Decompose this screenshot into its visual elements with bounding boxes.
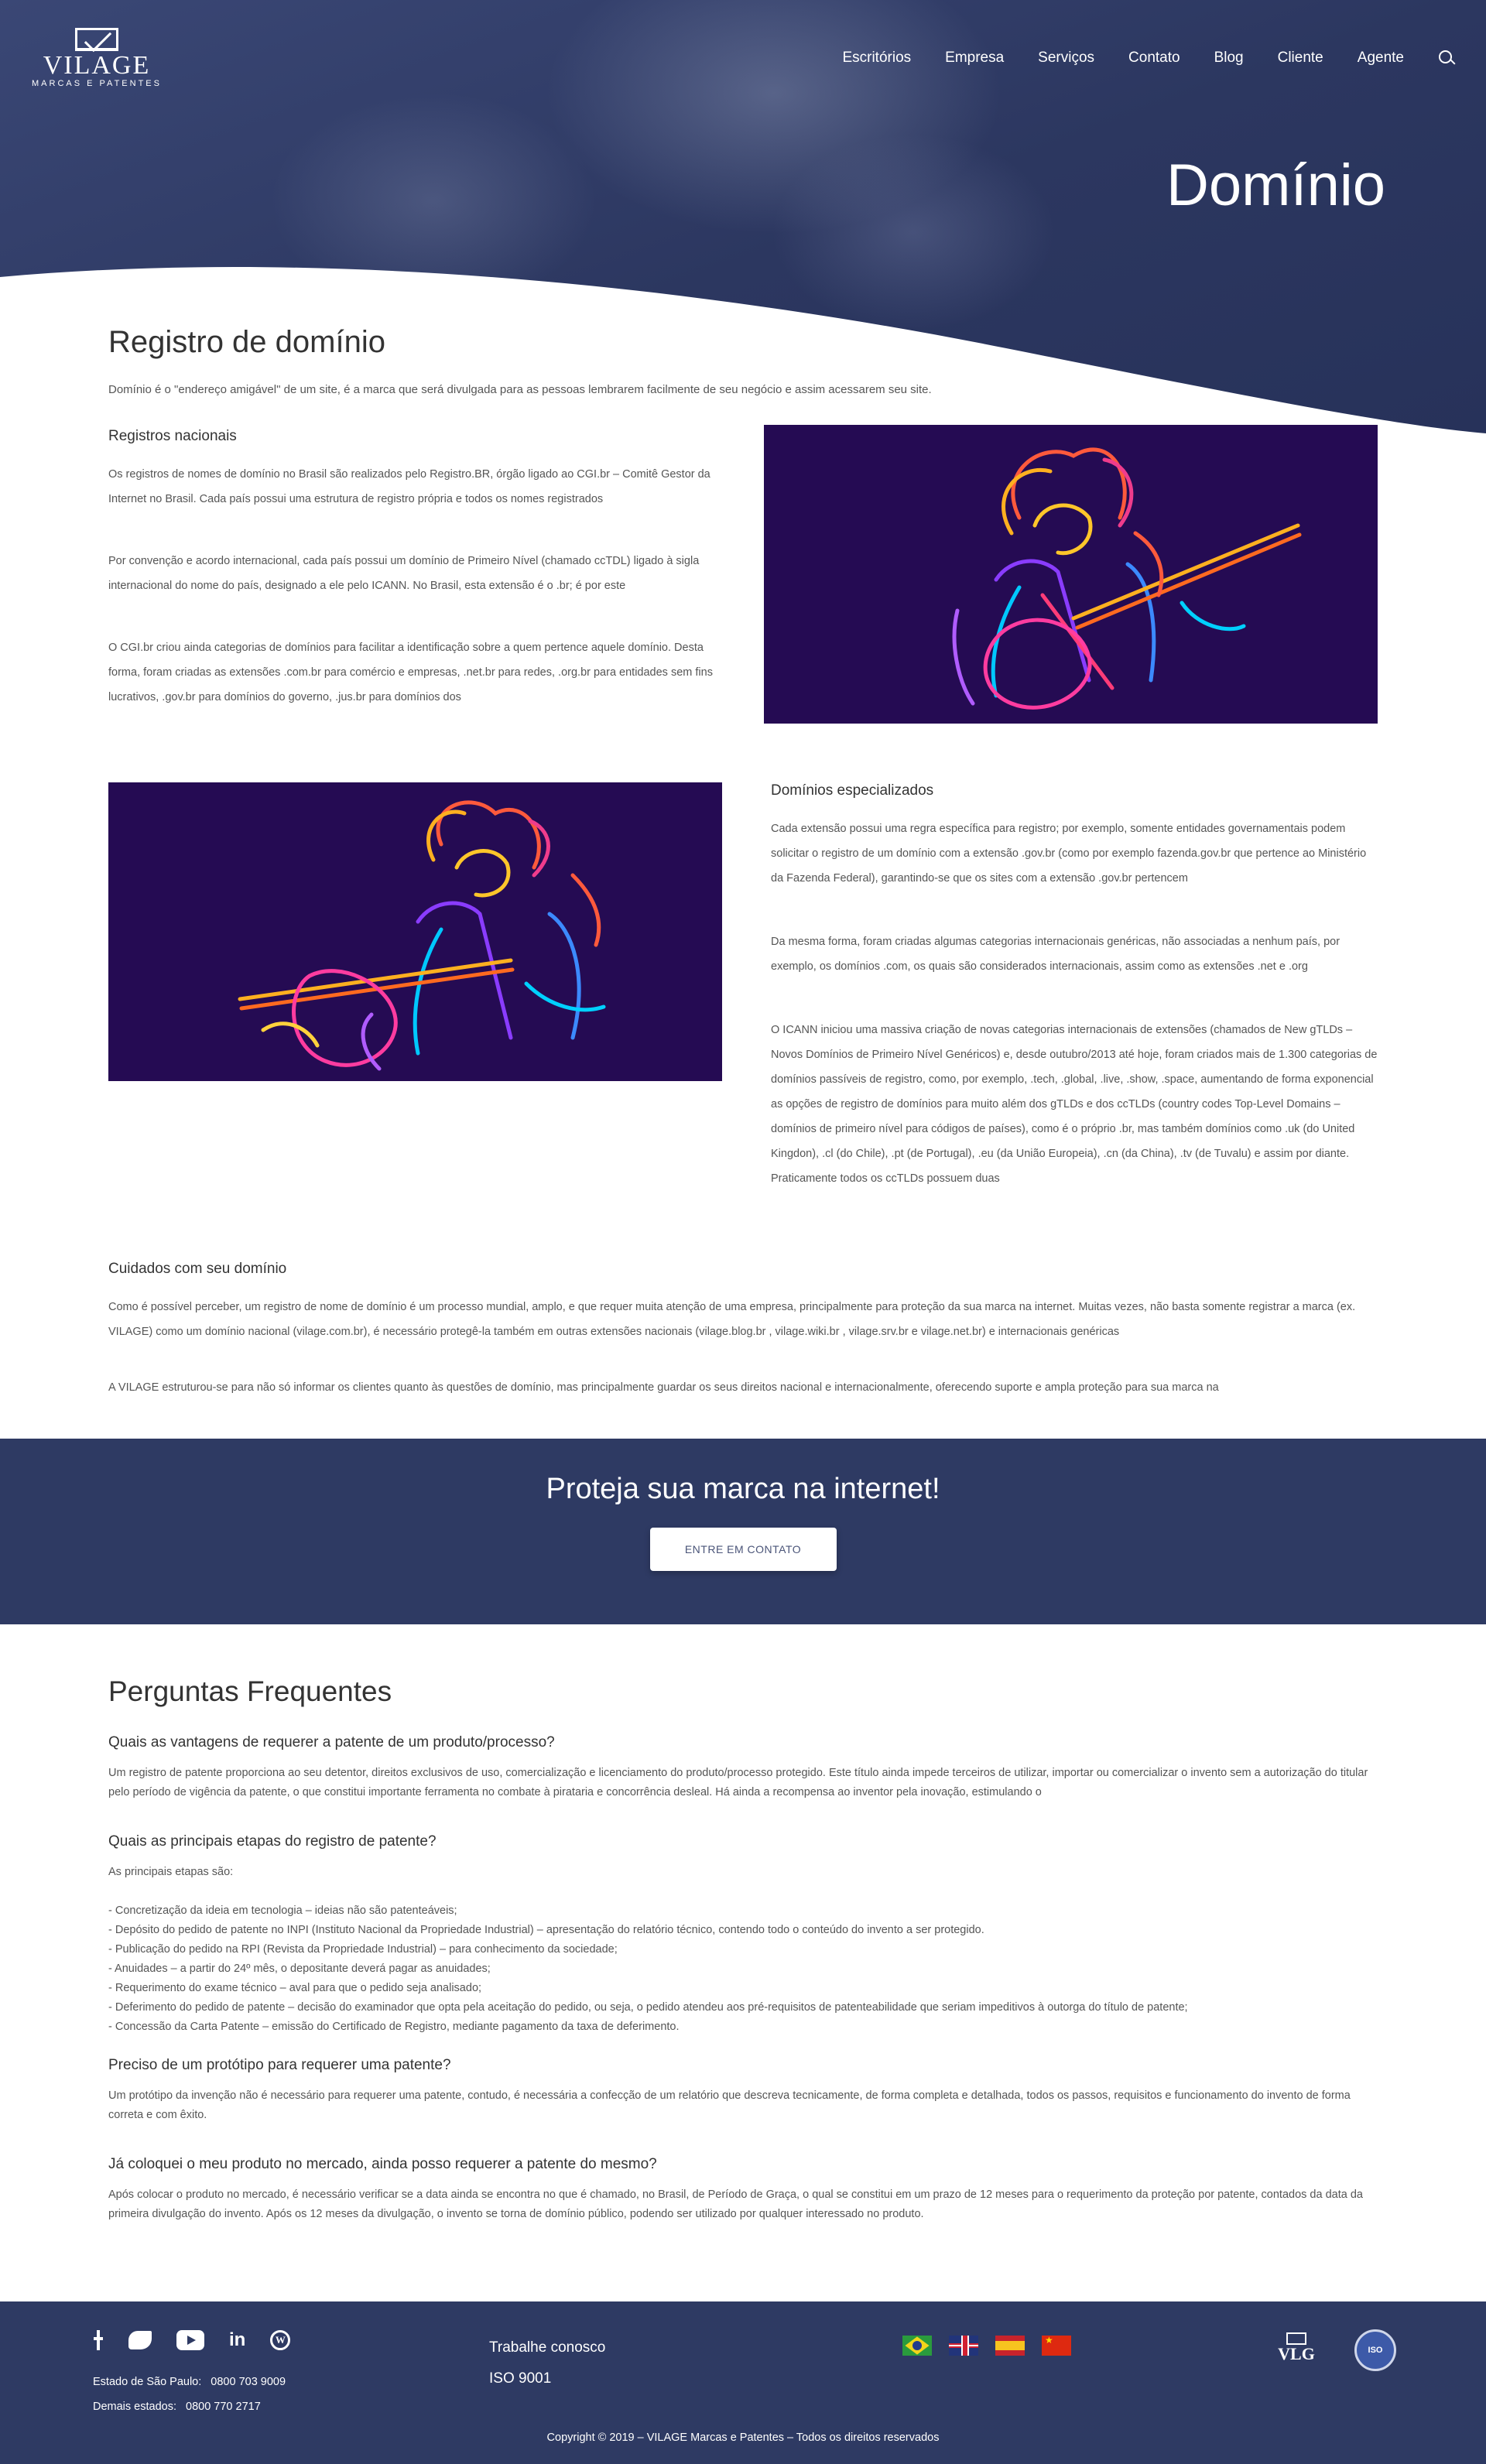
paragraph: Os registros de nomes de domínio no Bras… xyxy=(108,468,710,505)
footer-links: Trabalhe conosco ISO 9001 xyxy=(489,2332,605,2394)
linkedin-icon[interactable]: in xyxy=(229,2329,245,2351)
guitarist-art xyxy=(952,447,1302,710)
nav-item-empresa[interactable]: Empresa xyxy=(945,50,1004,67)
faq-question: Quais as vantagens de requerer a patente… xyxy=(108,1734,555,1750)
faq-section: Perguntas Frequentes Quais as vantagens … xyxy=(108,1624,1378,2301)
language-flags xyxy=(902,2336,1088,2356)
paragraph: Cada extensão possui uma regra específic… xyxy=(771,823,1367,885)
list-item xyxy=(108,1882,1378,1901)
nacionais-text: Registros nacionais Os registros de nome… xyxy=(108,425,722,747)
heading-registros-nacionais: Registros nacionais xyxy=(108,428,237,444)
list-item: As principais etapas são: xyxy=(108,1866,234,1878)
uk-flag-icon[interactable] xyxy=(949,2336,978,2356)
phone-label-sp: Estado de São Paulo: xyxy=(93,2376,202,2388)
list-item: - Publicação do pedido na RPI (Revista d… xyxy=(108,1943,618,1956)
vlg-text: VLG xyxy=(1278,2344,1315,2363)
logo-tagline: MARCAS E PATENTES xyxy=(32,79,162,88)
faq-title: Perguntas Frequentes xyxy=(108,1675,392,1707)
nav-item-blog[interactable]: Blog xyxy=(1214,50,1244,67)
wordpress-icon[interactable]: W xyxy=(270,2330,291,2350)
intro-text: Domínio é o "endereço amigável" de um si… xyxy=(108,383,932,396)
especializados-row: Domínios especializados Cada extensão po… xyxy=(108,782,1378,1230)
list-item: - Anuidades – a partir do 24º mês, o dep… xyxy=(108,1963,491,1975)
facebook-icon[interactable] xyxy=(93,2330,104,2350)
twitter-icon[interactable] xyxy=(128,2331,152,2349)
paragraph: Como é possível perceber, um registro de… xyxy=(108,1301,1356,1338)
vlg-mark-icon xyxy=(1286,2332,1306,2345)
paragraph: A VILAGE estruturou-se para não só infor… xyxy=(108,1381,1219,1394)
logo-mark-icon xyxy=(75,28,118,51)
paragraph: O CGI.br criou ainda categorias de domín… xyxy=(108,642,713,703)
faq-question: Quais as principais etapas do registro d… xyxy=(108,1833,437,1850)
heading-dominios-especializados: Domínios especializados xyxy=(771,782,934,799)
guitarist-art xyxy=(238,800,606,1071)
nacionais-row: Registros nacionais Os registros de nome… xyxy=(108,425,1378,747)
logo-name: VILAGE xyxy=(43,51,151,80)
social-links: in W xyxy=(93,2329,315,2351)
main-nav: Escritórios Empresa Serviços Contato Blo… xyxy=(808,50,1455,67)
nav-item-contato[interactable]: Contato xyxy=(1128,50,1180,67)
faq-answer: Um protótipo da invenção não é necessári… xyxy=(108,2089,1351,2121)
brazil-flag-icon[interactable] xyxy=(902,2336,932,2356)
link-iso-9001[interactable]: ISO 9001 xyxy=(489,2363,605,2394)
section-title-registro: Registro de domínio xyxy=(108,325,385,359)
spain-flag-icon[interactable] xyxy=(995,2336,1025,2356)
list-item: - Concessão da Carta Patente – emissão d… xyxy=(108,2021,680,2033)
list-item: - Deferimento do pedido de patente – dec… xyxy=(108,2001,1188,2014)
vlg-logo: VLG xyxy=(1269,2332,1323,2363)
nav-item-escritorios[interactable]: Escritórios xyxy=(842,50,911,67)
faq-answer-steps: As principais etapas são: - Concretizaçã… xyxy=(108,1863,1378,2037)
copyright: Copyright © 2019 – VILAGE Marcas e Paten… xyxy=(546,2431,940,2444)
nav-item-servicos[interactable]: Serviços xyxy=(1038,50,1094,67)
contact-button[interactable]: ENTRE EM CONTATO xyxy=(649,1528,837,1571)
youtube-icon[interactable] xyxy=(176,2330,204,2350)
page-title: Domínio xyxy=(1166,152,1385,218)
guitarist-illustration xyxy=(108,782,722,1081)
phone-other[interactable]: 0800 770 2717 xyxy=(186,2401,261,2413)
heading-cuidados: Cuidados com seu domínio xyxy=(108,1261,287,1277)
phone-sp[interactable]: 0800 703 9009 xyxy=(211,2376,286,2388)
main-content: Registro de domínio Domínio é o "endereç… xyxy=(108,325,1378,1400)
nav-item-cliente[interactable]: Cliente xyxy=(1278,50,1323,67)
cta-title: Proteja sua marca na internet! xyxy=(546,1473,940,1505)
faq-answer: Após colocar o produto no mercado, é nec… xyxy=(108,2189,1363,2220)
paragraph: O ICANN iniciou uma massiva criação de n… xyxy=(771,1024,1378,1185)
list-item: - Concretização da ideia em tecnologia –… xyxy=(108,1904,457,1917)
especializados-text: Domínios especializados Cada extensão po… xyxy=(766,782,1378,1230)
faq-answer: Um registro de patente proporciona ao se… xyxy=(108,1767,1368,1798)
link-trabalhe-conosco[interactable]: Trabalhe conosco xyxy=(489,2332,605,2363)
search-icon[interactable] xyxy=(1438,50,1455,67)
paragraph: Por convenção e acordo internacional, ca… xyxy=(108,555,700,592)
nav-item-agente[interactable]: Agente xyxy=(1358,50,1404,67)
list-item: - Requerimento do exame técnico – aval p… xyxy=(108,1982,482,1994)
paragraph: Da mesma forma, foram criadas algumas ca… xyxy=(771,936,1340,973)
guitarist-illustration xyxy=(764,425,1378,724)
faq-question: Já coloquei o meu produto no mercado, ai… xyxy=(108,2156,657,2172)
china-flag-icon[interactable] xyxy=(1042,2336,1071,2356)
footer: in W Estado de São Paulo: 0800 703 9009 D… xyxy=(0,2301,1486,2464)
cta-banner: Proteja sua marca na internet! ENTRE EM … xyxy=(0,1439,1486,1624)
faq-question: Preciso de um protótipo para requerer um… xyxy=(108,2057,451,2073)
vilage-logo[interactable]: VILAGE MARCAS E PATENTES xyxy=(31,28,163,98)
phone-contacts: Estado de São Paulo: 0800 703 9009 Demais… xyxy=(93,2370,286,2419)
phone-label-other: Demais estados: xyxy=(93,2401,176,2413)
iso-badge: ISO xyxy=(1354,2329,1396,2371)
cuidados-section: Cuidados com seu domínio Como é possível… xyxy=(108,1261,1378,1400)
list-item: - Depósito do pedido de patente no INPI … xyxy=(108,1924,984,1936)
